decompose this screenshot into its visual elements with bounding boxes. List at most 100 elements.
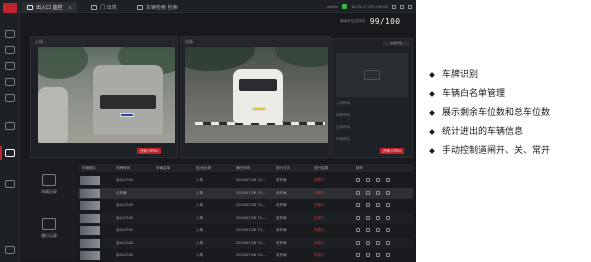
cell-plate: 京A12345 <box>116 240 134 245</box>
close-window-icon[interactable] <box>408 4 412 9</box>
view-icon[interactable] <box>356 190 360 195</box>
view-icon[interactable] <box>356 203 360 207</box>
counter-value: 99/100 <box>369 16 401 26</box>
feature-item: 车牌识别 <box>429 70 590 89</box>
vehicle-thumbnail[interactable] <box>80 201 100 210</box>
pass-icon <box>42 218 56 230</box>
cell-time: 2020/07/28 13... <box>236 178 266 182</box>
username[interactable]: admin <box>327 5 338 9</box>
vehicle-thumbnail[interactable] <box>80 188 100 198</box>
edit-icon[interactable] <box>376 178 380 182</box>
cell-result: 未放行 <box>314 240 325 245</box>
feature-item: 车辆白名单管理 <box>429 89 590 108</box>
edit-icon[interactable] <box>376 215 380 220</box>
settings-icon[interactable] <box>5 246 15 254</box>
vehicle-thumbnail[interactable] <box>80 251 100 260</box>
exit-camera-feed[interactable] <box>185 47 328 143</box>
col-header: 进/出出场 <box>196 166 212 170</box>
exit-open-gate-button[interactable]: 开闸 OPEN <box>380 148 404 154</box>
tab-pass-records[interactable]: 通行记录 <box>32 218 66 239</box>
view-icon[interactable] <box>356 253 360 257</box>
user-icon[interactable] <box>5 94 15 102</box>
cell-direction: 入场 <box>196 253 203 257</box>
cell-plate: 京A12345 <box>116 253 134 257</box>
nav-rail <box>0 0 20 262</box>
download-icon[interactable] <box>386 178 390 182</box>
vehicle-snapshot <box>336 53 408 97</box>
cell-mode: 未开闸 <box>276 203 287 207</box>
view-icon[interactable] <box>356 215 360 220</box>
tab-entrance-monitor[interactable]: 出入口 监控 x <box>22 2 77 13</box>
vehicle-thumbnail[interactable] <box>80 213 100 223</box>
play-icon[interactable] <box>366 178 370 182</box>
tab-label: 车辆检索 检索 <box>146 5 178 11</box>
view-icon[interactable] <box>356 228 360 232</box>
play-icon[interactable] <box>366 215 370 220</box>
cell-mode: 未开闸 <box>276 215 287 220</box>
download-icon[interactable] <box>386 190 390 195</box>
tab-vehicle-search[interactable]: 车辆检索 检索 <box>132 2 183 13</box>
detail-header[interactable]: 车辆详情 <box>383 41 409 46</box>
cell-plate: 无车牌 <box>116 190 127 195</box>
cell-time: 2020/07/28 13... <box>236 253 266 257</box>
edit-icon[interactable] <box>376 253 380 257</box>
cell-time: 2020/07/28 13... <box>236 215 266 220</box>
cell-time: 2020/07/28 13... <box>236 190 266 195</box>
maximize-icon[interactable] <box>400 4 404 9</box>
edit-icon[interactable] <box>376 190 380 195</box>
tab-label: 通行记录 <box>41 233 57 238</box>
entry-camera-feed[interactable] <box>38 47 175 143</box>
play-icon[interactable] <box>366 240 370 245</box>
play-icon[interactable] <box>366 253 370 257</box>
vehicle-detail-panel: 车辆详情 入场时间 车牌号码 出场时间 车辆类型 <box>331 38 413 158</box>
cell-direction: 入场 <box>196 190 203 195</box>
active-nav-indicator <box>0 146 2 160</box>
layout-icon[interactable] <box>5 122 15 130</box>
edit-icon[interactable] <box>376 228 380 232</box>
download-icon[interactable] <box>386 203 390 207</box>
col-header: 车牌号码 <box>116 166 130 170</box>
play-icon[interactable] <box>366 203 370 207</box>
vehicle-thumbnail[interactable] <box>80 176 100 185</box>
entry-open-gate-button[interactable]: 开闸 OPEN <box>137 148 161 154</box>
minimize-icon[interactable] <box>392 4 396 9</box>
detail-row: 车辆类型 <box>336 137 350 141</box>
vehicle-thumbnail[interactable] <box>80 238 100 248</box>
record-icon <box>42 174 56 186</box>
cell-time: 2020/07/28 13... <box>236 228 266 232</box>
row-actions <box>356 215 390 220</box>
tab-door[interactable]: 门 出境 <box>86 2 122 13</box>
feature-item: 展示剩余车位数和总车位数 <box>429 108 590 127</box>
download-icon[interactable] <box>386 215 390 220</box>
row-actions <box>356 203 390 207</box>
exit-camera-label: 出场 <box>181 37 329 46</box>
tab-vehicle-records[interactable]: 车辆记录 <box>32 174 66 195</box>
view-icon[interactable] <box>356 240 360 245</box>
download-icon[interactable] <box>386 228 390 232</box>
play-icon[interactable] <box>366 190 370 195</box>
cell-plate: 京A12345 <box>116 215 134 220</box>
cell-direction: 入场 <box>196 228 203 232</box>
col-header: 放行结果 <box>314 166 328 170</box>
device-icon[interactable] <box>5 180 15 188</box>
vehicle-thumbnail[interactable] <box>80 226 100 235</box>
download-icon[interactable] <box>386 253 390 257</box>
feature-list: 车牌识别 车辆白名单管理 展示剩余车位数和总车位数 统计进出的车辆信息 手动控制… <box>429 70 590 165</box>
download-icon[interactable] <box>386 240 390 245</box>
grid-icon[interactable] <box>5 46 15 54</box>
cell-result: 未放行 <box>314 178 325 182</box>
edit-icon[interactable] <box>376 240 380 245</box>
cell-mode: 未开闸 <box>276 240 287 245</box>
book-icon[interactable] <box>5 78 15 86</box>
edit-icon[interactable] <box>376 203 380 207</box>
tab-label: 车辆记录 <box>41 189 57 194</box>
globe-icon[interactable] <box>5 30 15 38</box>
play-icon[interactable] <box>366 228 370 232</box>
detail-row: 出场时间 <box>336 125 350 129</box>
camera-icon[interactable] <box>5 62 15 70</box>
parking-barrier-icon[interactable] <box>5 149 15 157</box>
cell-direction: 入场 <box>196 240 203 245</box>
close-icon[interactable]: x <box>69 5 72 11</box>
view-icon[interactable] <box>356 178 360 182</box>
cell-mode: 未开闸 <box>276 228 287 232</box>
